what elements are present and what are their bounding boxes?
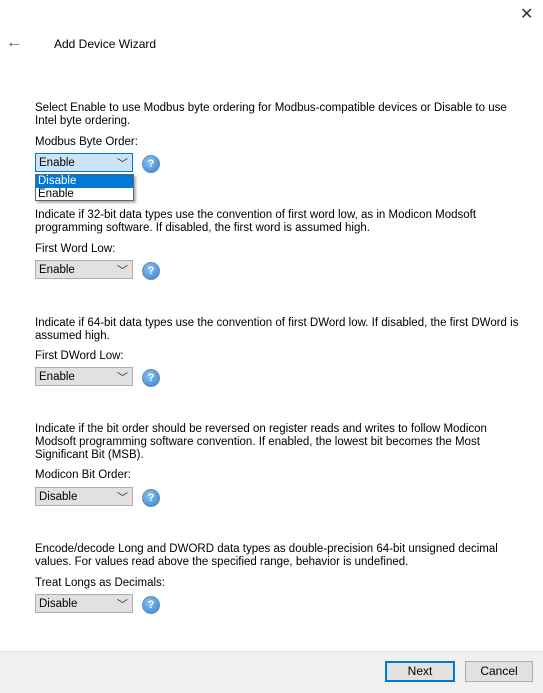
select-modbus-byte-order[interactable]: Enable ﹀	[35, 153, 133, 172]
option-enable[interactable]: Enable	[36, 188, 133, 201]
help-icon[interactable]: ?	[142, 369, 160, 387]
cancel-button[interactable]: Cancel	[465, 661, 533, 682]
help-icon[interactable]: ?	[142, 489, 160, 507]
footer-bar	[0, 651, 543, 693]
description-modicon-bit-order: Indicate if the bit order should be reve…	[35, 423, 487, 461]
select-first-word-low[interactable]: Enable ﹀	[35, 260, 133, 279]
select-value: Enable	[39, 371, 75, 383]
description-first-dword-low: Indicate if 64-bit data types use the co…	[35, 317, 519, 342]
page-title: Add Device Wizard	[54, 37, 157, 51]
chevron-down-icon: ﹀	[117, 265, 128, 277]
chevron-down-icon: ﹀	[117, 158, 128, 170]
label-modbus-byte-order: Modbus Byte Order:	[35, 136, 138, 148]
help-icon[interactable]: ?	[142, 155, 160, 173]
select-value: Enable	[39, 157, 75, 169]
close-icon[interactable]: ✕	[520, 4, 533, 24]
option-disable[interactable]: Disable	[36, 175, 133, 188]
select-value: Disable	[39, 491, 78, 503]
label-first-word-low: First Word Low:	[35, 243, 116, 255]
select-modicon-bit-order[interactable]: Disable ﹀	[35, 487, 133, 506]
chevron-down-icon: ﹀	[117, 492, 128, 504]
dropdown-list: Disable Enable	[35, 174, 134, 201]
select-treat-longs-as-decimals[interactable]: Disable ﹀	[35, 594, 133, 613]
description-first-word-low: Indicate if 32-bit data types use the co…	[35, 209, 477, 234]
description-modbus-byte-order: Select Enable to use Modbus byte orderin…	[35, 102, 507, 127]
chevron-down-icon: ﹀	[117, 372, 128, 384]
help-icon[interactable]: ?	[142, 596, 160, 614]
next-button[interactable]: Next	[385, 661, 455, 682]
label-first-dword-low: First DWord Low:	[35, 350, 124, 362]
arrow-left-icon[interactable]: ←	[6, 34, 22, 52]
help-icon[interactable]: ?	[142, 262, 160, 280]
select-value: Disable	[39, 598, 78, 610]
select-first-dword-low[interactable]: Enable ﹀	[35, 367, 133, 386]
label-modicon-bit-order: Modicon Bit Order:	[35, 469, 131, 481]
label-treat-longs-as-decimals: Treat Longs as Decimals:	[35, 577, 165, 589]
select-value: Enable	[39, 264, 75, 276]
description-treat-longs-as-decimals: Encode/decode Long and DWORD data types …	[35, 543, 498, 568]
chevron-down-icon: ﹀	[117, 599, 128, 611]
